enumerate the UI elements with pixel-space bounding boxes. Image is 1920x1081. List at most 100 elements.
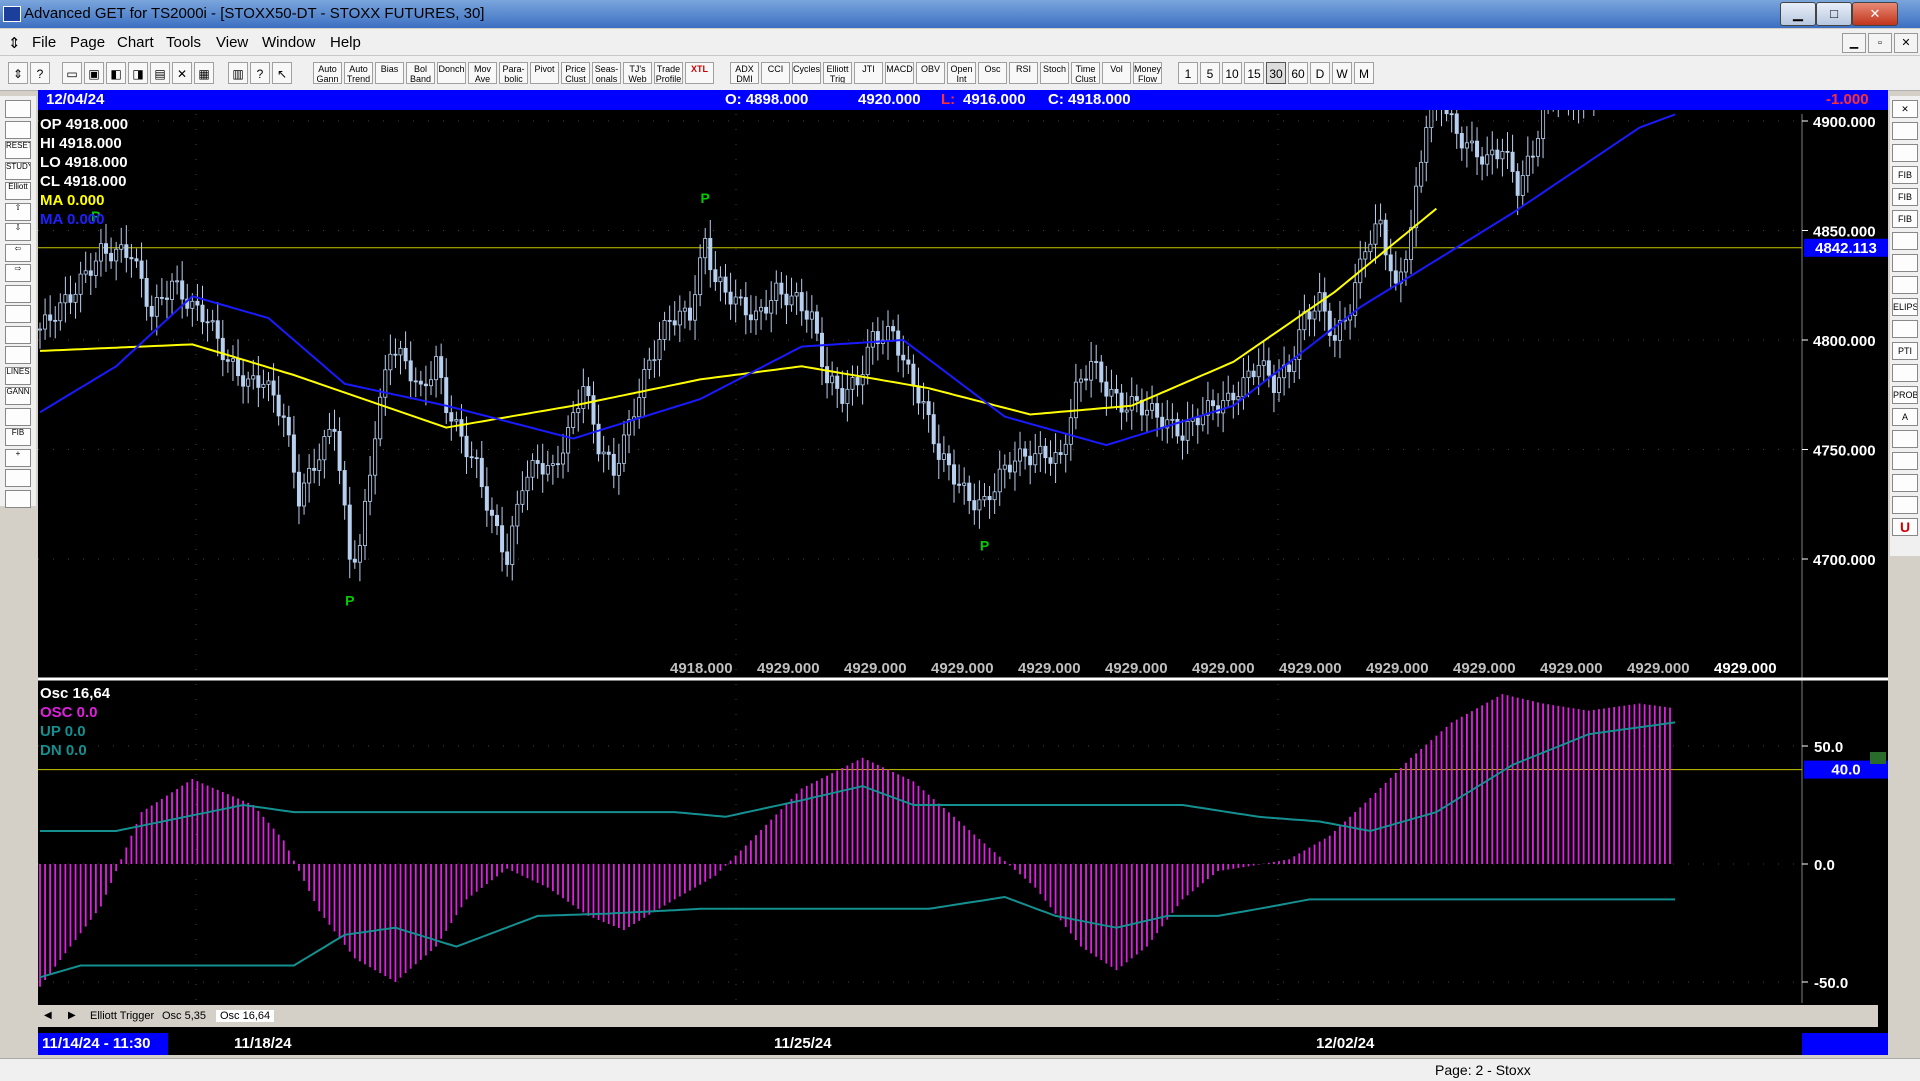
osc-btn-time-clust[interactable]: Time Clust	[1071, 62, 1100, 84]
osc-btn-cycles[interactable]: Cycles	[792, 62, 821, 84]
interval-btn-w[interactable]: W	[1332, 62, 1352, 84]
left-tool-19[interactable]	[5, 489, 31, 508]
right-tool-0[interactable]: ✕	[1892, 100, 1918, 118]
tab-scroll-right[interactable]: ▶	[68, 1010, 76, 1021]
left-tool-10[interactable]	[5, 305, 31, 323]
right-tool-1[interactable]	[1892, 122, 1918, 140]
osc-btn-vol[interactable]: Vol	[1102, 62, 1131, 84]
interval-btn-5[interactable]: 5	[1200, 62, 1220, 84]
osc-btn-jti[interactable]: JTI	[854, 62, 883, 84]
menu-page[interactable]: Page	[70, 34, 105, 51]
left-tool-1[interactable]	[5, 120, 31, 139]
study-btn-para-bolic[interactable]: Para-bolic	[499, 62, 528, 84]
mdi-restore-button[interactable]: ▫	[1868, 33, 1892, 53]
right-tool-6[interactable]	[1892, 232, 1918, 250]
close-button[interactable]: ✕	[1852, 2, 1898, 26]
mdi-close-button[interactable]: ✕	[1894, 33, 1918, 53]
left-tool-3[interactable]: STUDY	[5, 161, 31, 180]
interval-btn-15[interactable]: 15	[1244, 62, 1264, 84]
left-tool-12[interactable]	[5, 346, 31, 364]
left-tool-11[interactable]	[5, 325, 31, 344]
osc-btn-cci[interactable]: CCI	[761, 62, 790, 84]
right-tool-16[interactable]	[1892, 452, 1918, 470]
study-btn-donch[interactable]: Donch	[437, 62, 466, 84]
interval-btn-m[interactable]: M	[1354, 62, 1374, 84]
right-tool-13[interactable]: PROB	[1892, 386, 1918, 404]
menu-chart[interactable]: Chart	[117, 34, 154, 51]
right-tool-11[interactable]: PTI	[1892, 342, 1918, 360]
mdi-minimize-button[interactable]: ▁	[1842, 33, 1866, 53]
osc-btn-stoch[interactable]: Stoch	[1040, 62, 1069, 84]
osc-btn-obv[interactable]: OBV	[916, 62, 945, 84]
tab-scroll-left[interactable]: ◀	[44, 1010, 52, 1021]
menu-window[interactable]: Window	[262, 34, 315, 51]
left-tool-7[interactable]: ⇦	[5, 243, 31, 262]
interval-btn-1[interactable]: 1	[1178, 62, 1198, 84]
pointer-tool-button[interactable]: ⇕	[8, 62, 28, 84]
tab-osc-16-64[interactable]: Osc 16,64	[216, 1010, 275, 1022]
left-tool-9[interactable]	[5, 284, 31, 303]
osc-btn-open-int[interactable]: Open Int	[947, 62, 976, 84]
menu-view[interactable]: View	[216, 34, 248, 51]
osc-btn-rsi[interactable]: RSI	[1009, 62, 1038, 84]
delete-button[interactable]: ✕	[172, 62, 192, 84]
forward-button[interactable]: ◨	[128, 62, 148, 84]
left-tool-14[interactable]: GANN	[5, 387, 31, 405]
right-tool-15[interactable]	[1892, 430, 1918, 448]
context-help-button[interactable]: ↖	[272, 62, 292, 84]
study-btn-trade-profile[interactable]: Trade Profile	[654, 62, 683, 84]
menu-tools[interactable]: Tools	[166, 34, 201, 51]
right-tool-14[interactable]: A	[1892, 408, 1918, 426]
tab-osc-5-35[interactable]: Osc 5,35	[162, 1010, 206, 1022]
menu-file[interactable]: File	[32, 34, 56, 51]
study-btn-auto-gann[interactable]: Auto Gann	[313, 62, 342, 84]
copy-button[interactable]: ▣	[84, 62, 104, 84]
left-tool-18[interactable]	[5, 469, 31, 487]
right-tool-3[interactable]: FIB RET	[1892, 166, 1918, 184]
right-tool-4[interactable]: FIB EXT	[1892, 188, 1918, 206]
osc-btn-money-flow[interactable]: Money Flow	[1133, 62, 1162, 84]
osc-btn-elliott-trig[interactable]: Elliott Trig	[823, 62, 852, 84]
left-tool-8[interactable]: ⇨	[5, 264, 31, 282]
layout-button[interactable]: ▤	[150, 62, 170, 84]
interval-btn-30[interactable]: 30	[1266, 62, 1286, 84]
left-tool-2[interactable]: RESET	[5, 141, 31, 159]
print-button[interactable]: ▥	[228, 62, 248, 84]
study-btn-mov-ave[interactable]: Mov Ave	[468, 62, 497, 84]
study-btn-auto-trend[interactable]: Auto Trend	[344, 62, 373, 84]
info-button[interactable]: ?	[250, 62, 270, 84]
right-tool-8[interactable]	[1892, 276, 1918, 294]
osc-btn-osc[interactable]: Osc	[978, 62, 1007, 84]
study-btn-bol-band[interactable]: Bol Band	[406, 62, 435, 84]
scale-icon[interactable]	[1870, 752, 1886, 764]
right-tool-19[interactable]: U	[1892, 518, 1918, 536]
minimize-button[interactable]: ▁	[1780, 2, 1816, 26]
study-btn-tj-s-web[interactable]: TJ's Web	[623, 62, 652, 84]
osc-btn-adx-dmi[interactable]: ADX DMI	[730, 62, 759, 84]
study-btn-price-clust[interactable]: Price Clust	[561, 62, 590, 84]
osc-btn-macd[interactable]: MACD	[885, 62, 914, 84]
chart-area[interactable]: PPPP 4842.113 40.0 50.00.0-50.0 4900.000…	[38, 90, 1888, 1040]
right-tool-12[interactable]	[1892, 364, 1918, 382]
study-btn-xtl[interactable]: XTL	[685, 62, 714, 84]
interval-btn-10[interactable]: 10	[1222, 62, 1242, 84]
right-tool-10[interactable]	[1892, 320, 1918, 338]
back-button[interactable]: ◧	[106, 62, 126, 84]
tab-elliott-trigger[interactable]: Elliott Trigger	[90, 1010, 154, 1022]
left-tool-0[interactable]	[5, 100, 31, 118]
interval-btn-60[interactable]: 60	[1288, 62, 1308, 84]
left-tool-13[interactable]: LINES	[5, 366, 31, 385]
study-btn-bias[interactable]: Bias	[375, 62, 404, 84]
left-tool-6[interactable]: ⇩	[5, 223, 31, 241]
interval-btn-d[interactable]: D	[1310, 62, 1330, 84]
right-tool-5[interactable]: FIB TIME	[1892, 210, 1918, 228]
left-tool-15[interactable]	[5, 407, 31, 426]
right-tool-18[interactable]	[1892, 496, 1918, 514]
new-page-button[interactable]: ▭	[62, 62, 82, 84]
study-btn-seas-onals[interactable]: Seas-onals	[592, 62, 621, 84]
right-tool-2[interactable]	[1892, 144, 1918, 162]
right-tool-9[interactable]: ELIPS	[1892, 298, 1918, 316]
grid-button[interactable]: ▦	[194, 62, 214, 84]
right-tool-7[interactable]	[1892, 254, 1918, 272]
left-tool-17[interactable]: +	[5, 448, 31, 467]
